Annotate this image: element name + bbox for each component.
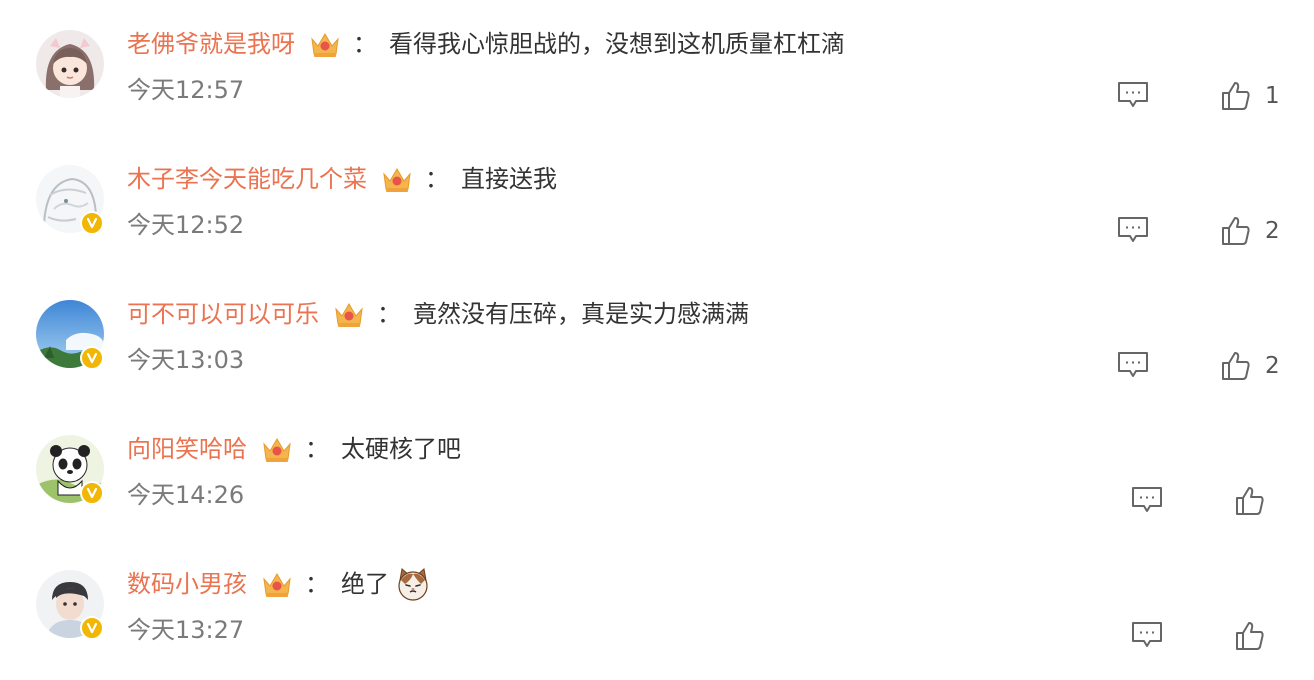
verified-badge — [80, 346, 104, 370]
timestamp: 今天12:52 — [127, 211, 245, 239]
timestamp: 今天13:27 — [127, 616, 245, 644]
vip-crown-icon — [335, 303, 363, 327]
comment-icon — [1132, 487, 1162, 512]
like-button[interactable]: 2 — [1221, 350, 1280, 382]
verified-badge — [80, 211, 104, 235]
comment-text: 直接送我 — [461, 165, 557, 193]
comment-icon — [1118, 352, 1148, 377]
username[interactable]: 数码小男孩 — [127, 566, 247, 602]
separator-colon: ： — [305, 570, 329, 598]
reply-button[interactable] — [1117, 215, 1149, 245]
reply-button[interactable] — [1117, 80, 1149, 110]
comment-text: 太硬核了吧 — [341, 435, 461, 463]
timestamp: 今天12:57 — [127, 76, 245, 104]
comment-icon — [1118, 217, 1148, 242]
thumbs-up-icon — [1236, 622, 1264, 650]
comment-icon — [1132, 622, 1162, 647]
reply-button[interactable] — [1131, 620, 1163, 650]
thumbs-up-icon — [1222, 352, 1250, 380]
comment-item: 数码小男孩 ： 绝了 今天13:27 — [0, 540, 1314, 675]
verified-badge — [80, 616, 104, 640]
avatar[interactable] — [36, 300, 104, 370]
like-button[interactable]: 1 — [1221, 80, 1280, 112]
like-button[interactable] — [1235, 485, 1265, 517]
girl-avatar-icon — [36, 30, 104, 98]
like-count: 2 — [1265, 218, 1280, 244]
like-count: 2 — [1265, 353, 1280, 379]
avatar[interactable] — [36, 435, 104, 505]
vip-crown-icon — [263, 573, 291, 597]
separator-colon: ： — [353, 30, 377, 58]
comment-text: 绝了 — [341, 570, 389, 598]
like-button[interactable] — [1235, 620, 1265, 652]
vip-crown-icon — [383, 168, 411, 192]
cat-emoji-icon — [398, 568, 428, 601]
verified-badge — [80, 481, 104, 505]
separator-colon: ： — [377, 300, 401, 328]
like-count: 1 — [1265, 83, 1280, 109]
separator-colon: ： — [305, 435, 329, 463]
avatar[interactable] — [36, 570, 104, 640]
comment-text: 竟然没有压碎，真是实力感满满 — [413, 300, 749, 328]
vip-crown-icon — [263, 438, 291, 462]
comment-item: 可不可以可以可乐 ： 竟然没有压碎，真是实力感满满 今天13:03 2 — [0, 270, 1314, 405]
comment-icon — [1118, 82, 1148, 107]
comment-item: 向阳笑哈哈 ： 太硬核了吧 今天14:26 — [0, 405, 1314, 540]
thumbs-up-icon — [1222, 82, 1250, 110]
avatar[interactable] — [36, 30, 104, 98]
comment-item: 木子李今天能吃几个菜 ： 直接送我 今天12:52 2 — [0, 135, 1314, 270]
thumbs-up-icon — [1222, 217, 1250, 245]
comment-text: 看得我心惊胆战的，没想到这机质量杠杠滴 — [389, 30, 845, 58]
timestamp: 今天14:26 — [127, 481, 245, 509]
vip-crown-icon — [311, 33, 339, 57]
separator-colon: ： — [425, 165, 449, 193]
username[interactable]: 向阳笑哈哈 — [127, 431, 247, 467]
avatar[interactable] — [36, 165, 104, 235]
timestamp: 今天13:03 — [127, 346, 245, 374]
like-button[interactable]: 2 — [1221, 215, 1280, 247]
comment-item: 老佛爷就是我呀 ： 看得我心惊胆战的，没想到这机质量杠杠滴 今天12:57 1 — [0, 0, 1314, 135]
reply-button[interactable] — [1117, 350, 1149, 380]
username[interactable]: 可不可以可以可乐 — [127, 296, 319, 332]
thumbs-up-icon — [1236, 487, 1264, 515]
username[interactable]: 木子李今天能吃几个菜 — [127, 161, 367, 197]
username[interactable]: 老佛爷就是我呀 — [127, 26, 295, 62]
reply-button[interactable] — [1131, 485, 1163, 515]
comment-list: 老佛爷就是我呀 ： 看得我心惊胆战的，没想到这机质量杠杠滴 今天12:57 1 … — [0, 0, 1314, 680]
